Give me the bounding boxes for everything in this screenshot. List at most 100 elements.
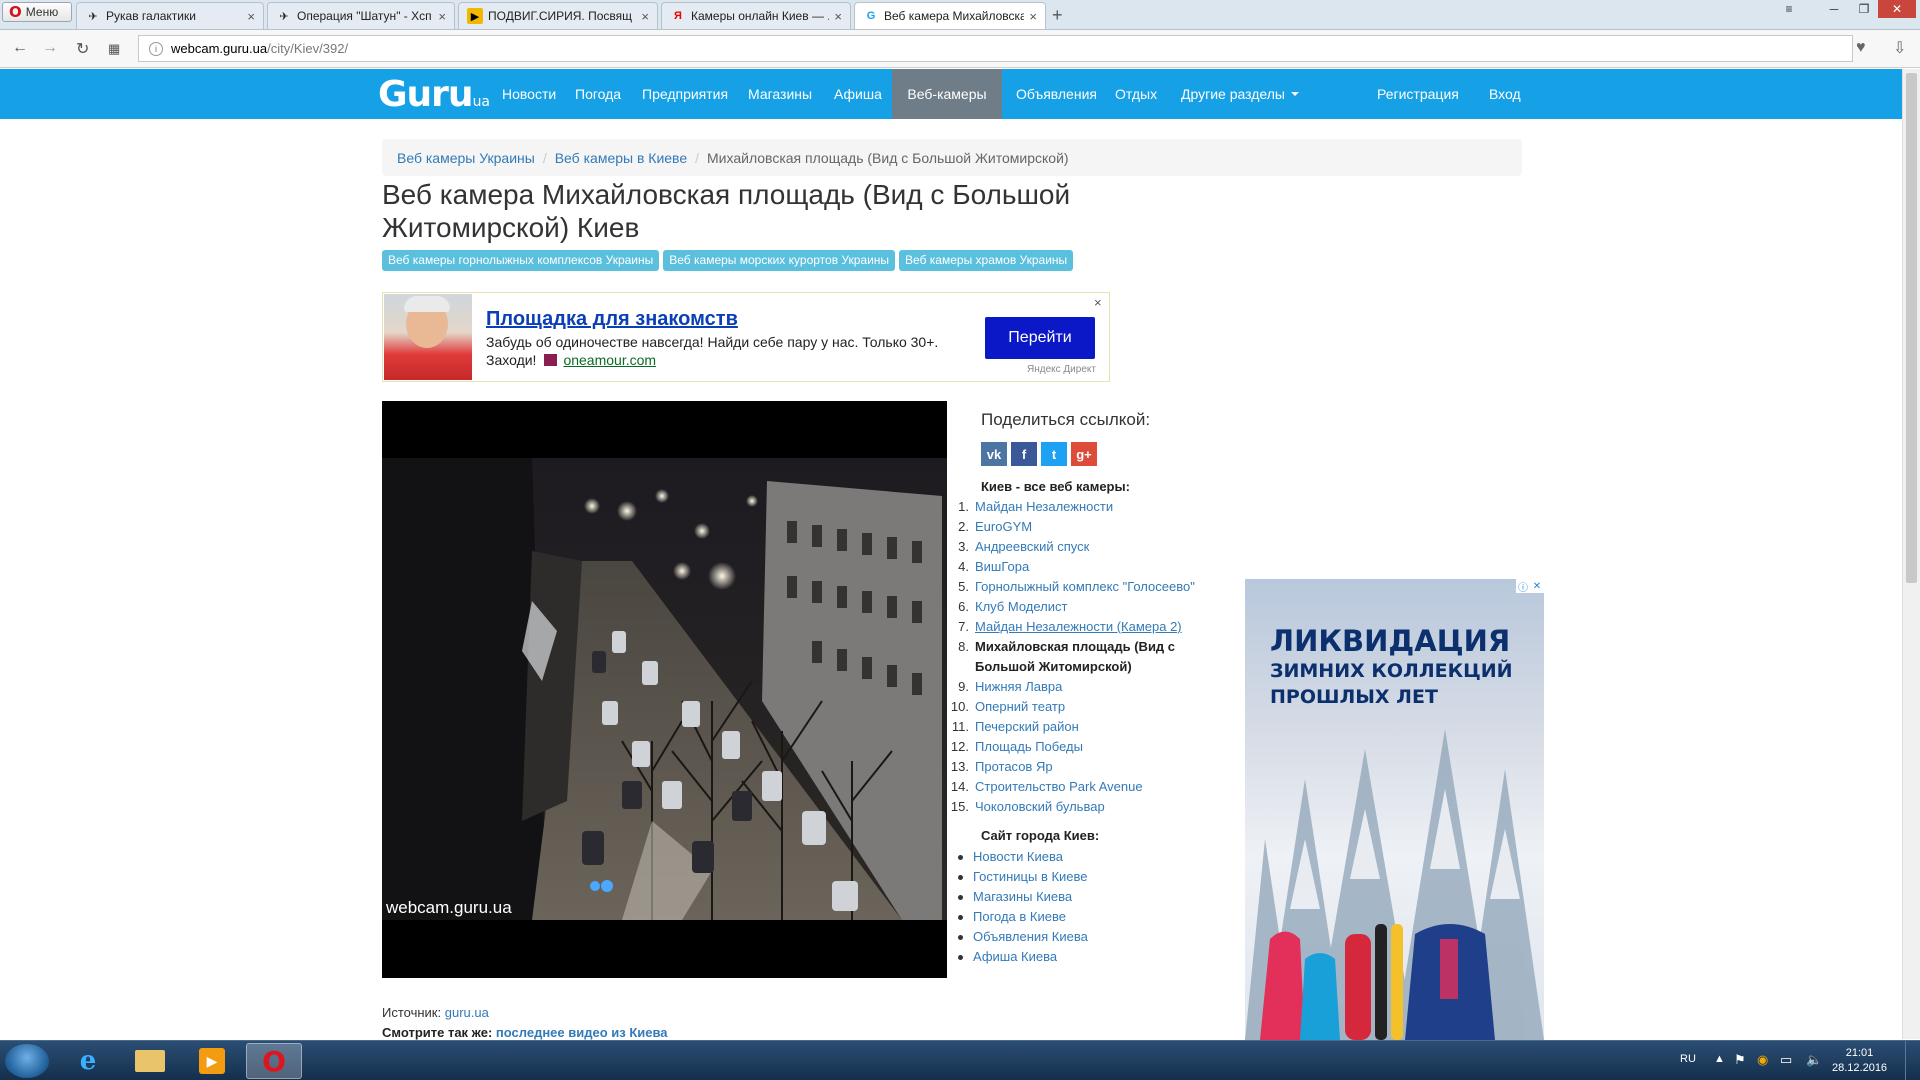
source-link[interactable]: guru.ua [445,1005,489,1020]
breadcrumb-kiev-webcams[interactable]: Веб камеры в Киеве [555,150,687,166]
webcam-image [382,401,947,978]
bullet-icon [958,954,963,960]
webcam-player[interactable]: webcam.guru.ua [382,401,947,978]
ad-close-icon[interactable]: × [1094,295,1102,310]
internet-explorer-icon[interactable]: e [60,1043,116,1079]
taskbar-clock[interactable]: 21:01 28.12.2016 [1832,1046,1887,1076]
network-icon[interactable]: ▭ [1780,1052,1792,1068]
breadcrumb-ukraine-webcams[interactable]: Веб камеры Украины [397,150,535,166]
nav-other-sections[interactable]: Другие разделы [1167,69,1313,119]
close-tab-icon[interactable]: × [1029,9,1037,24]
list-item[interactable]: 2. EuroGYM [950,517,1230,537]
browser-tab-2[interactable]: ✈ Операция "Шатун" - Хсп × [267,2,455,29]
list-item[interactable]: 14. Строительство Park Avenue [950,777,1230,797]
page-title: Веб камера Михайловская площадь (Вид с Б… [382,179,1071,243]
guru-logo[interactable]: Guruua [378,74,490,115]
list-item[interactable]: Магазины Киева [958,887,1088,907]
speed-dial-icon[interactable]: ▦ [108,41,120,57]
ad-go-button[interactable]: Перейти [985,317,1095,359]
list-item[interactable]: 1. Майдан Незалежности [950,497,1230,517]
close-window-icon[interactable]: ✕ [1878,0,1916,18]
close-tab-icon[interactable]: × [834,9,842,24]
tray-expand-icon[interactable]: ▲ [1714,1053,1725,1065]
list-item[interactable]: 15. Чоколовский бульвар [950,797,1230,817]
forward-icon[interactable]: → [42,39,58,57]
winter-sale-ad[interactable]: ЛИКВИДАЦИЯ ЗИМНИХ КОЛЛЕКЦИЙ ПРОШЛЫХ ЛЕТ … [1245,579,1544,1040]
ad-headline[interactable]: Площадка для знакомств [486,308,738,331]
browser-tab-5-active[interactable]: G Веб камера Михайловска × [854,2,1046,29]
nav-shops[interactable]: Магазины [734,69,826,119]
list-item[interactable]: Объявления Киева [958,927,1088,947]
volume-icon[interactable]: 🔈 [1806,1052,1822,1068]
nav-events[interactable]: Афиша [820,69,896,119]
tag-temples[interactable]: Веб камеры храмов Украины [899,250,1074,271]
opera-menu-button[interactable]: O Меню [2,2,72,22]
nav-leisure[interactable]: Отдых [1101,69,1171,119]
browser-tab-1[interactable]: ✈ Рукав галактики × [76,2,264,29]
item-label: Объявления Киева [973,929,1088,944]
ad-domain-link[interactable]: oneamour.com [563,352,656,368]
ad-info-icon[interactable]: ⓘ [1516,579,1530,594]
nav-weather[interactable]: Погода [561,69,635,119]
ad-choices[interactable]: ⓘ ✕ [1516,579,1544,594]
list-item[interactable]: 5. Горнолыжный комплекс "Голосеево" [950,577,1230,597]
register-link[interactable]: Регистрация [1363,69,1473,119]
nav-classifieds[interactable]: Объявления [1002,69,1111,119]
twitter-share-icon[interactable]: t [1041,442,1067,466]
browser-tab-4[interactable]: Я Камеры онлайн Киев — ... × [661,2,851,29]
tag-sea-resorts[interactable]: Веб камеры морских курортов Украины [663,250,896,271]
login-link[interactable]: Вход [1475,69,1535,119]
address-bar-row: ← → ↻ ▦ i webcam.guru.ua /city/Kiev/392/… [0,30,1920,68]
list-item[interactable]: 3. Андреевский спуск [950,537,1230,557]
language-indicator[interactable]: RU [1680,1053,1696,1065]
tag-ski-resorts[interactable]: Веб камеры горнолыжных комплексов Украин… [382,250,660,271]
item-number: 4. [958,559,969,574]
close-tab-icon[interactable]: × [438,9,446,24]
action-center-flag-icon[interactable]: ⚑ [1734,1052,1746,1068]
start-button[interactable] [5,1044,49,1078]
browser-tab-3[interactable]: ▶ ПОДВИГ.СИРИЯ. Посвящ × [458,2,658,29]
list-item[interactable]: 13. Протасов Яр [950,757,1230,777]
dating-ad-banner[interactable]: Площадка для знакомств Забудь об одиноче… [382,292,1110,382]
list-item[interactable]: 6. Клуб Моделист [950,597,1230,617]
list-item[interactable]: 12. Площадь Победы [950,737,1230,757]
facebook-share-icon[interactable]: f [1011,442,1037,466]
url-input[interactable]: i webcam.guru.ua /city/Kiev/392/ [138,35,1853,62]
reload-icon[interactable]: ↻ [76,39,89,59]
nav-webcams[interactable]: Веб-камеры [892,69,1002,119]
list-item[interactable]: Афиша Киева [958,947,1088,967]
tray-app-icon[interactable]: ◉ [1757,1052,1768,1068]
downloads-icon[interactable]: ⇩ [1893,38,1906,58]
list-item[interactable]: 11. Печерский район [950,717,1230,737]
list-item[interactable]: Новости Киева [958,847,1088,867]
close-tab-icon[interactable]: × [247,9,255,24]
maximize-icon[interactable]: ❐ [1850,0,1878,18]
site-info-icon[interactable]: i [149,41,163,56]
list-item[interactable]: 4. ВишГора [950,557,1230,577]
vk-share-icon[interactable]: vk [981,442,1007,466]
bookmark-heart-icon[interactable]: ♥ [1856,39,1866,57]
see-also-link[interactable]: последнее видео из Киева [496,1025,668,1040]
googleplus-share-icon[interactable]: g+ [1071,442,1097,466]
list-item[interactable]: 9. Нижняя Лавра [950,677,1230,697]
item-number: 10. [950,699,969,714]
tab-list-icon[interactable]: ≡ [1780,0,1798,18]
ad-photo[interactable] [384,294,472,380]
scrollbar-thumb[interactable] [1906,73,1917,583]
list-item[interactable]: Гостиницы в Киеве [958,867,1088,887]
list-item[interactable]: 7. Майдан Незалежности (Камера 2) [950,617,1230,637]
list-item[interactable]: 10. Оперний театр [950,697,1230,717]
media-player-icon[interactable]: ▶ [184,1043,240,1079]
close-tab-icon[interactable]: × [641,9,649,24]
back-icon[interactable]: ← [12,39,28,57]
show-desktop-button[interactable] [1905,1041,1920,1080]
list-item[interactable]: Погода в Киеве [958,907,1088,927]
opera-taskbar-icon[interactable]: O [246,1043,302,1079]
nav-companies[interactable]: Предприятия [628,69,742,119]
page-scrollbar[interactable] [1902,69,1920,1039]
nav-news[interactable]: Новости [488,69,570,119]
ad-close-icon[interactable]: ✕ [1530,579,1544,593]
new-tab-button[interactable]: + [1052,5,1063,26]
minimize-icon[interactable]: ─ [1820,0,1848,18]
file-explorer-icon[interactable] [122,1043,178,1079]
